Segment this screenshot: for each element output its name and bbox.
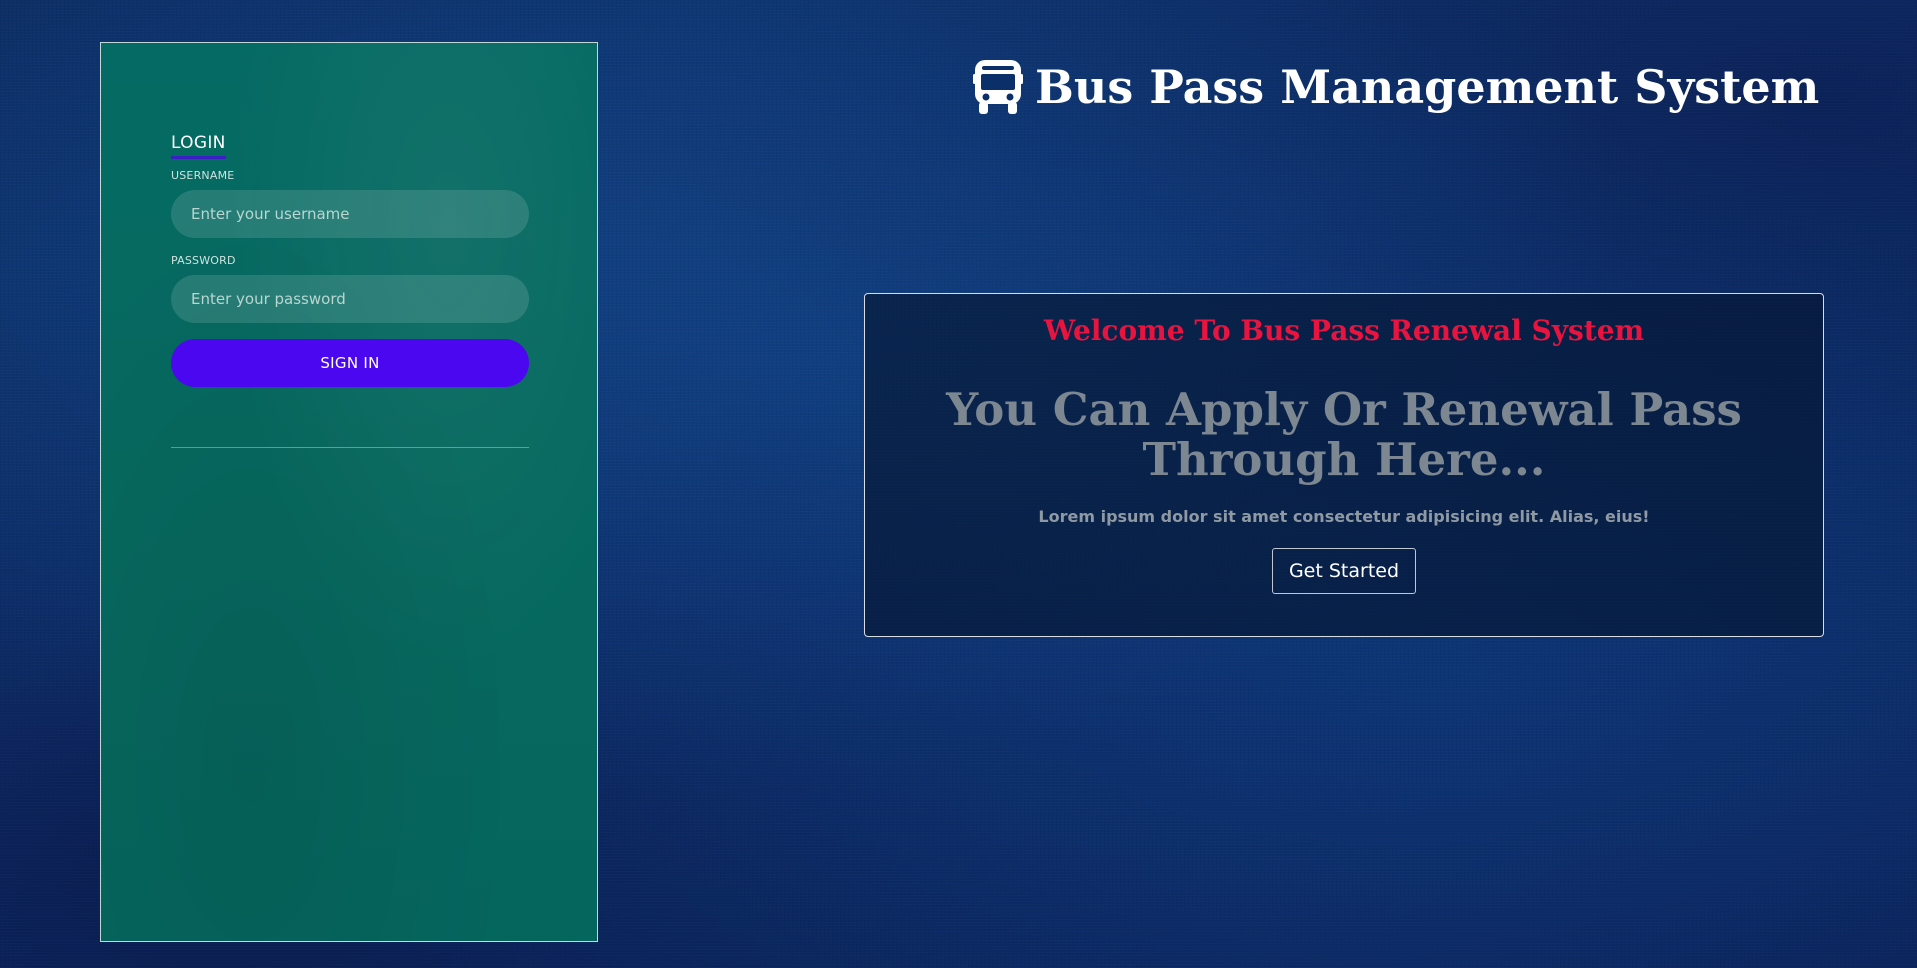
site-title: Bus Pass Management System	[1035, 60, 1820, 114]
login-tab[interactable]: LOGIN	[171, 133, 226, 159]
welcome-title: Welcome To Bus Pass Renewal System	[1043, 314, 1645, 347]
bus-icon	[973, 60, 1023, 114]
sign-in-button[interactable]: SIGN IN	[171, 339, 529, 387]
password-label: PASSWORD	[171, 254, 236, 267]
site-header: Bus Pass Management System	[973, 60, 1819, 114]
get-started-button[interactable]: Get Started	[1271, 548, 1417, 594]
login-divider	[171, 447, 529, 448]
username-label: USERNAME	[171, 169, 235, 182]
welcome-text: Lorem ipsum dolor sit amet consectetur a…	[1038, 507, 1650, 526]
login-panel: LOGIN USERNAME PASSWORD SIGN IN	[100, 42, 598, 942]
password-input[interactable]	[171, 275, 529, 323]
login-form: LOGIN USERNAME PASSWORD SIGN IN	[171, 133, 529, 448]
welcome-card: Welcome To Bus Pass Renewal System You C…	[864, 293, 1824, 637]
welcome-heading: You Can Apply Or Renewal Pass Through He…	[946, 383, 1742, 486]
username-input[interactable]	[171, 190, 529, 238]
